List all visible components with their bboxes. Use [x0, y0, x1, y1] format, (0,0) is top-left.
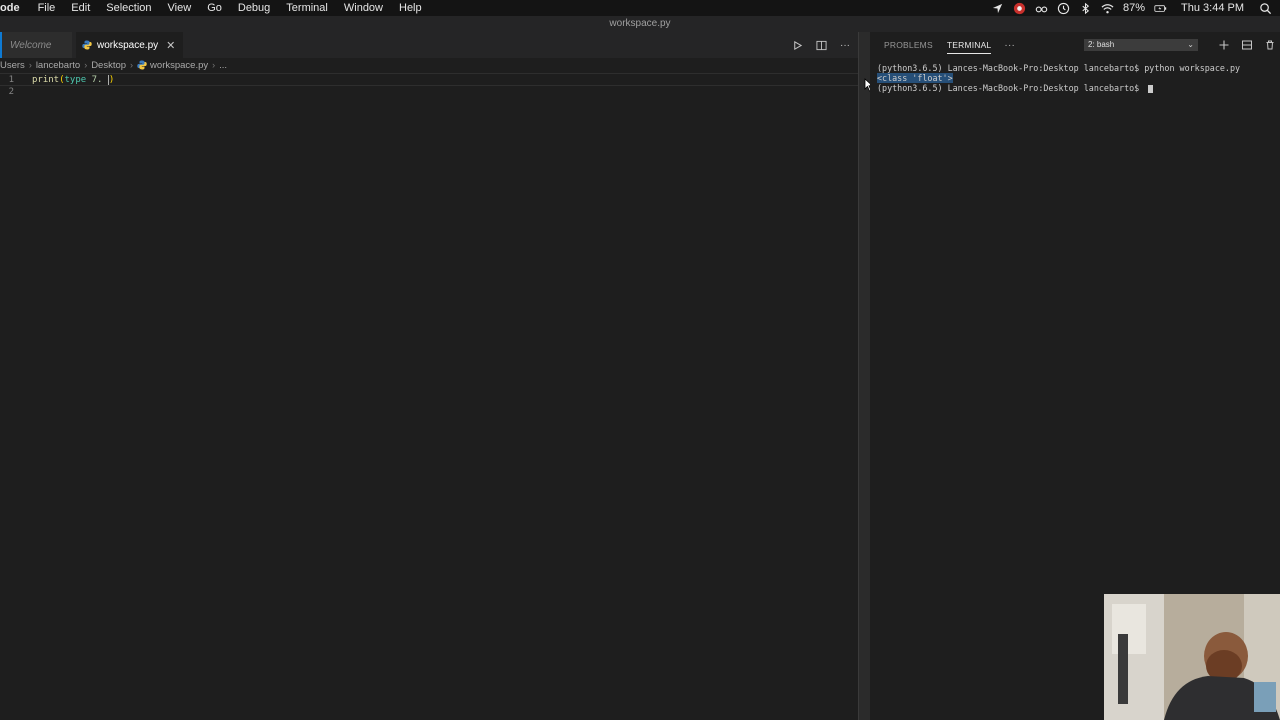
battery-percent: 87% — [1122, 2, 1146, 14]
panel-splitter[interactable] — [858, 32, 870, 720]
editor-actions: ··· — [790, 38, 852, 52]
terminal-prompt: (python3.6.5) Lances-MacBook-Pro:Desktop… — [877, 83, 1145, 93]
terminal-select-value: 2: bash — [1088, 40, 1115, 49]
terminal-line: <class 'float'> — [877, 73, 1277, 83]
breadcrumb-item[interactable]: Desktop — [91, 60, 126, 71]
bluetooth-icon[interactable] — [1079, 1, 1093, 15]
menu-view[interactable]: View — [160, 0, 200, 16]
menu-window[interactable]: Window — [336, 0, 391, 16]
chevron-down-icon: ⌄ — [1187, 40, 1194, 49]
breadcrumb-item[interactable]: lancebarto — [36, 60, 80, 71]
menu-app[interactable]: ode — [0, 0, 30, 16]
breadcrumb: Users › lancebarto › Desktop › workspace… — [0, 58, 227, 72]
spotlight-search-icon[interactable] — [1258, 1, 1272, 15]
code-line[interactable]: 1 print(type 7. ) — [0, 73, 858, 86]
editor-pane: Welcome workspace.py ✕ ··· Users › lance… — [0, 32, 858, 720]
terminal-selected-text: <class 'float'> — [877, 73, 953, 83]
python-file-icon — [82, 40, 92, 50]
close-icon[interactable]: ✕ — [166, 39, 175, 52]
split-terminal-icon[interactable] — [1240, 38, 1253, 51]
python-file-icon — [137, 60, 147, 70]
tab-label: Welcome — [10, 39, 52, 51]
tab-terminal[interactable]: TERMINAL — [940, 32, 999, 58]
menu-bar: ode File Edit Selection View Go Debug Te… — [0, 0, 1280, 16]
new-terminal-icon[interactable] — [1217, 38, 1230, 51]
menu-file[interactable]: File — [30, 0, 64, 16]
menu-list: ode File Edit Selection View Go Debug Te… — [0, 0, 430, 16]
menu-debug[interactable]: Debug — [230, 0, 278, 16]
status-area: 87% Thu 3:44 PM — [991, 0, 1272, 16]
menu-edit[interactable]: Edit — [63, 0, 98, 16]
more-actions-icon[interactable]: ··· — [838, 38, 852, 52]
breadcrumb-item[interactable]: Users — [0, 60, 25, 71]
menu-terminal[interactable]: Terminal — [278, 0, 336, 16]
chevron-right-icon: › — [28, 60, 32, 70]
terminal-output[interactable]: (python3.6.5) Lances-MacBook-Pro:Desktop… — [877, 63, 1277, 93]
webcam-overlay — [1104, 594, 1280, 720]
chevron-right-icon: › — [212, 60, 216, 70]
menu-help[interactable]: Help — [391, 0, 430, 16]
tab-welcome[interactable]: Welcome — [0, 32, 72, 58]
editor-tab-bar: Welcome workspace.py ✕ — [0, 32, 858, 58]
terminal-cursor — [1148, 84, 1154, 93]
panel-more-icon[interactable]: ··· — [998, 40, 1021, 51]
line-number: 2 — [8, 87, 14, 97]
chevron-right-icon: › — [84, 60, 88, 70]
record-icon[interactable] — [1013, 1, 1027, 15]
tab-workspace-py[interactable]: workspace.py ✕ — [76, 32, 184, 58]
battery-icon[interactable] — [1153, 1, 1167, 15]
code-token: print — [32, 75, 60, 85]
clock[interactable]: Thu 3:44 PM — [1181, 2, 1244, 14]
code-token: ) — [108, 75, 115, 85]
wifi-icon[interactable] — [1101, 1, 1115, 15]
run-icon[interactable] — [790, 38, 804, 52]
glasses-icon[interactable] — [1035, 1, 1049, 15]
time-machine-icon[interactable] — [1057, 1, 1071, 15]
terminal-select[interactable]: 2: bash ⌄ — [1084, 39, 1198, 51]
terminal-line: (python3.6.5) Lances-MacBook-Pro:Desktop… — [877, 83, 1277, 93]
split-editor-icon[interactable] — [814, 38, 828, 52]
breadcrumb-item[interactable]: workspace.py — [150, 60, 208, 71]
terminal-line: (python3.6.5) Lances-MacBook-Pro:Desktop… — [877, 63, 1241, 73]
code-editor[interactable]: 1 print(type 7. ) 2 — [0, 73, 858, 99]
chevron-right-icon: › — [130, 60, 134, 70]
window-title: workspace.py — [0, 16, 1280, 32]
panel-actions — [1217, 38, 1276, 51]
code-line[interactable]: 2 — [0, 86, 858, 99]
location-arrow-icon[interactable] — [991, 1, 1005, 15]
code-token: 7. — [91, 75, 103, 85]
tab-label: workspace.py — [97, 39, 159, 51]
code-token: type — [64, 75, 87, 85]
trash-icon[interactable] — [1263, 38, 1276, 51]
menu-go[interactable]: Go — [199, 0, 230, 16]
menu-selection[interactable]: Selection — [98, 0, 159, 16]
tab-problems[interactable]: PROBLEMS — [877, 32, 940, 58]
breadcrumb-item[interactable]: ... — [219, 60, 227, 71]
